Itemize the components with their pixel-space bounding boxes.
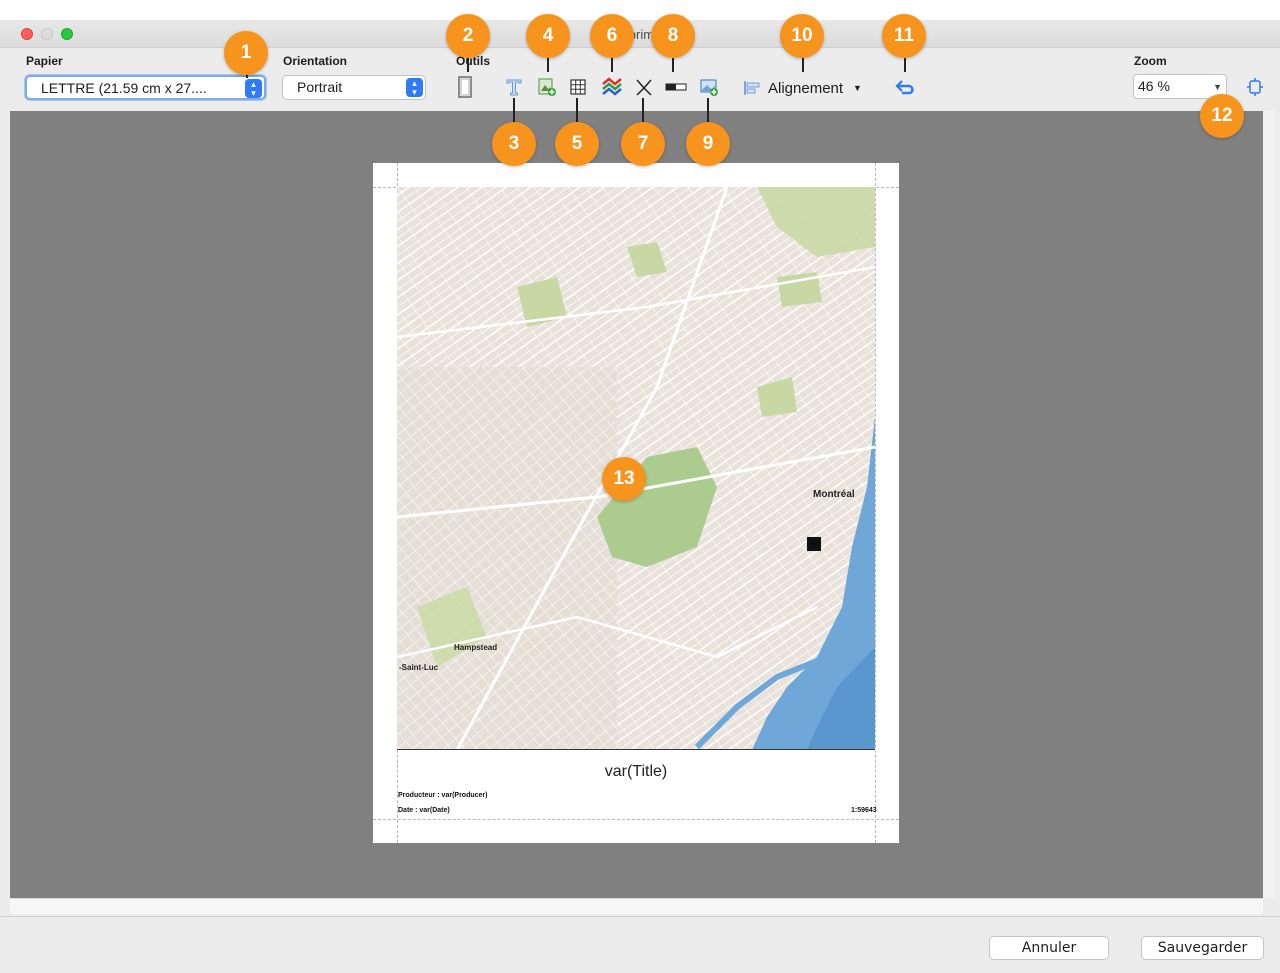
callout-badge-2: 2 <box>446 14 490 58</box>
callout-badge-7: 7 <box>621 122 665 166</box>
orientation-select[interactable]: Portrait ▴ ▾ <box>282 75 426 100</box>
undo-icon[interactable] <box>895 76 917 98</box>
chevron-down-icon: ▼ <box>853 83 862 93</box>
map-label-saint-luc: -Saint-Luc <box>399 663 439 672</box>
orientation-value: Portrait <box>297 79 343 95</box>
producer-text[interactable]: Producteur : var(Producer) <box>398 792 487 799</box>
callout-badge-4: 4 <box>526 14 570 58</box>
callout-leader <box>904 58 906 72</box>
scale-bar-icon[interactable] <box>665 76 687 98</box>
zoom-value: 46 % <box>1138 78 1170 94</box>
margin-guide-right <box>875 163 876 843</box>
map-label-hampstead: Hampstead <box>454 643 498 652</box>
callout-badge-1: 1 <box>224 31 268 75</box>
cancel-button[interactable]: Annuler <box>989 936 1109 960</box>
orientation-stepper-icon: ▴ ▾ <box>406 78 423 97</box>
footer-divider <box>0 916 1280 917</box>
window-title: Imprimer <box>614 27 666 42</box>
callout-badge-11: 11 <box>882 14 926 58</box>
callout-badge-6: 6 <box>590 14 634 58</box>
zoom-dropdown-icon[interactable]: ▼ <box>1213 82 1222 92</box>
callout-leader <box>707 98 709 122</box>
callout-leader <box>611 58 613 72</box>
alignment-dropdown[interactable]: Alignement ▼ <box>742 76 862 100</box>
callout-leader <box>642 98 644 122</box>
margin-guide-bottom <box>373 819 899 820</box>
page-title-text[interactable]: var(Title) <box>373 763 899 781</box>
alignment-icon <box>744 81 760 95</box>
table-grid-icon[interactable] <box>567 76 589 98</box>
callout-badge-5: 5 <box>555 122 599 166</box>
alignment-label: Alignement <box>768 79 844 97</box>
legend-layers-icon[interactable] <box>601 76 623 98</box>
callout-badge-10: 10 <box>780 14 824 58</box>
north-arrow-icon[interactable] <box>633 76 655 98</box>
scale-text[interactable]: 1:59643 <box>851 807 877 814</box>
map-label-montreal: Montréal <box>813 489 855 500</box>
callout-leader <box>513 98 515 122</box>
orientation-label: Orientation <box>283 54 348 68</box>
callout-badge-3: 3 <box>492 122 536 166</box>
save-button[interactable]: Sauvegarder <box>1141 936 1264 960</box>
date-text[interactable]: Date : var(Date) <box>398 807 450 814</box>
paper-size-value: LETTRE (21.59 cm x 27.... <box>41 80 207 96</box>
callout-leader <box>547 58 549 72</box>
map-logo <box>807 537 821 551</box>
callout-badge-12: 12 <box>1200 94 1244 138</box>
callout-leader <box>802 58 804 72</box>
add-map-icon[interactable] <box>698 76 720 98</box>
add-image-icon[interactable] <box>536 76 558 98</box>
page-frame-icon[interactable] <box>454 76 476 98</box>
callout-badge-8: 8 <box>651 14 695 58</box>
callout-badge-9: 9 <box>686 122 730 166</box>
print-page[interactable]: Montréal Hampstead -Saint-Luc var(Title)… <box>373 163 899 843</box>
vertical-scrollbar[interactable] <box>1263 111 1275 898</box>
papier-label: Papier <box>26 54 63 68</box>
paper-size-select[interactable]: LETTRE (21.59 cm x 27.... ▴ ▾ <box>25 75 266 100</box>
callout-leader <box>467 58 469 72</box>
paper-size-stepper-icon: ▴ ▾ <box>245 79 262 98</box>
callout-leader <box>576 98 578 122</box>
text-tool-icon[interactable] <box>503 76 525 98</box>
fit-page-icon[interactable] <box>1244 76 1266 98</box>
title-bar: Imprimer <box>0 20 1280 48</box>
zoom-label: Zoom <box>1134 54 1167 68</box>
horizontal-scrollbar[interactable] <box>10 898 1263 914</box>
callout-leader <box>672 58 674 72</box>
callout-badge-13: 13 <box>602 457 646 501</box>
